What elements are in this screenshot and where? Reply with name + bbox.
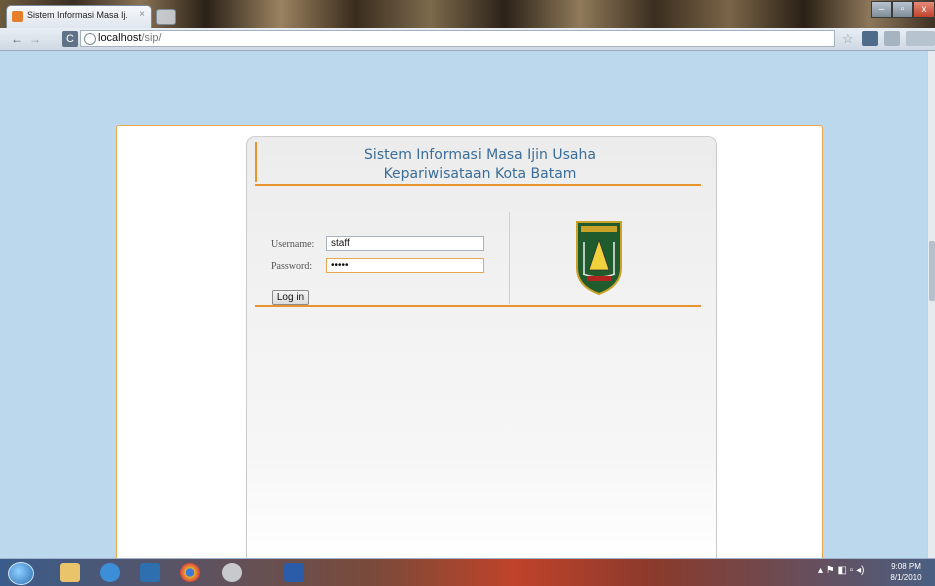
start-button[interactable] (8, 562, 34, 585)
taskbar-clock[interactable]: 9:08 PM 8/1/2010 (881, 561, 931, 583)
windows-taskbar: ▴ ⚑ ◧ ▫ ◂) 9:08 PM 8/1/2010 (0, 558, 935, 586)
username-input[interactable]: staff (326, 236, 484, 251)
internet-explorer-icon[interactable] (100, 563, 120, 582)
word-icon[interactable] (284, 563, 304, 582)
wrench-menu-icon[interactable] (906, 31, 935, 46)
login-button[interactable]: Log in (272, 290, 309, 305)
app-title: Sistem Informasi Masa Ijin Usaha Kepariw… (300, 146, 660, 184)
password-label: Password: (271, 261, 313, 272)
tab-close-icon[interactable]: × (139, 9, 145, 20)
app-title-line1: Sistem Informasi Masa Ijin Usaha (364, 147, 596, 163)
maximize-button[interactable]: ▫ (892, 1, 913, 18)
app-icon[interactable] (222, 563, 242, 582)
back-button[interactable]: ← (4, 31, 30, 47)
system-tray[interactable]: ▴ ⚑ ◧ ▫ ◂) (818, 565, 864, 576)
page-icon[interactable] (884, 31, 900, 46)
close-window-button[interactable]: x (913, 1, 935, 18)
forward-button[interactable]: → (28, 31, 42, 47)
minimize-button[interactable]: – (871, 1, 892, 18)
explorer-icon[interactable] (60, 563, 80, 582)
page-menu-icon[interactable] (862, 31, 878, 46)
browser-titlebar: Sistem Informasi Masa Ij... × – ▫ x (0, 0, 935, 28)
tab-title: Sistem Informasi Masa Ij... (27, 10, 127, 20)
browser-tab[interactable]: Sistem Informasi Masa Ij... × (6, 5, 152, 28)
app-title-line2: Kepariwisataan Kota Batam (383, 166, 577, 182)
clock-time: 9:08 PM (891, 562, 921, 571)
reload-button[interactable]: C (62, 31, 78, 47)
globe-icon (84, 33, 96, 45)
media-player-icon[interactable] (140, 563, 160, 582)
bookmark-star-icon[interactable]: ☆ (842, 31, 854, 46)
header-divider (255, 184, 701, 186)
address-bar[interactable]: localhost/sip/ (80, 30, 835, 47)
scrollbar-thumb[interactable] (929, 241, 935, 301)
new-tab-button[interactable] (156, 9, 176, 25)
password-input[interactable]: ••••• (326, 258, 484, 273)
login-panel (246, 136, 717, 559)
form-divider (509, 212, 510, 304)
kota-batam-emblem-icon (576, 221, 622, 296)
username-label: Username: (271, 239, 315, 250)
chrome-icon[interactable] (180, 563, 200, 582)
url-host: localhost (98, 32, 142, 44)
favicon-icon (12, 11, 23, 22)
scrollbar[interactable] (927, 51, 935, 558)
browser-toolbar: ← → C localhost/sip/ ☆ (0, 28, 935, 51)
form-bottom-divider (255, 305, 701, 307)
header-accent (255, 142, 257, 182)
clock-date: 8/1/2010 (890, 573, 922, 582)
url-text: localhost/sip/ (98, 32, 162, 44)
url-path: /sip/ (141, 32, 162, 44)
